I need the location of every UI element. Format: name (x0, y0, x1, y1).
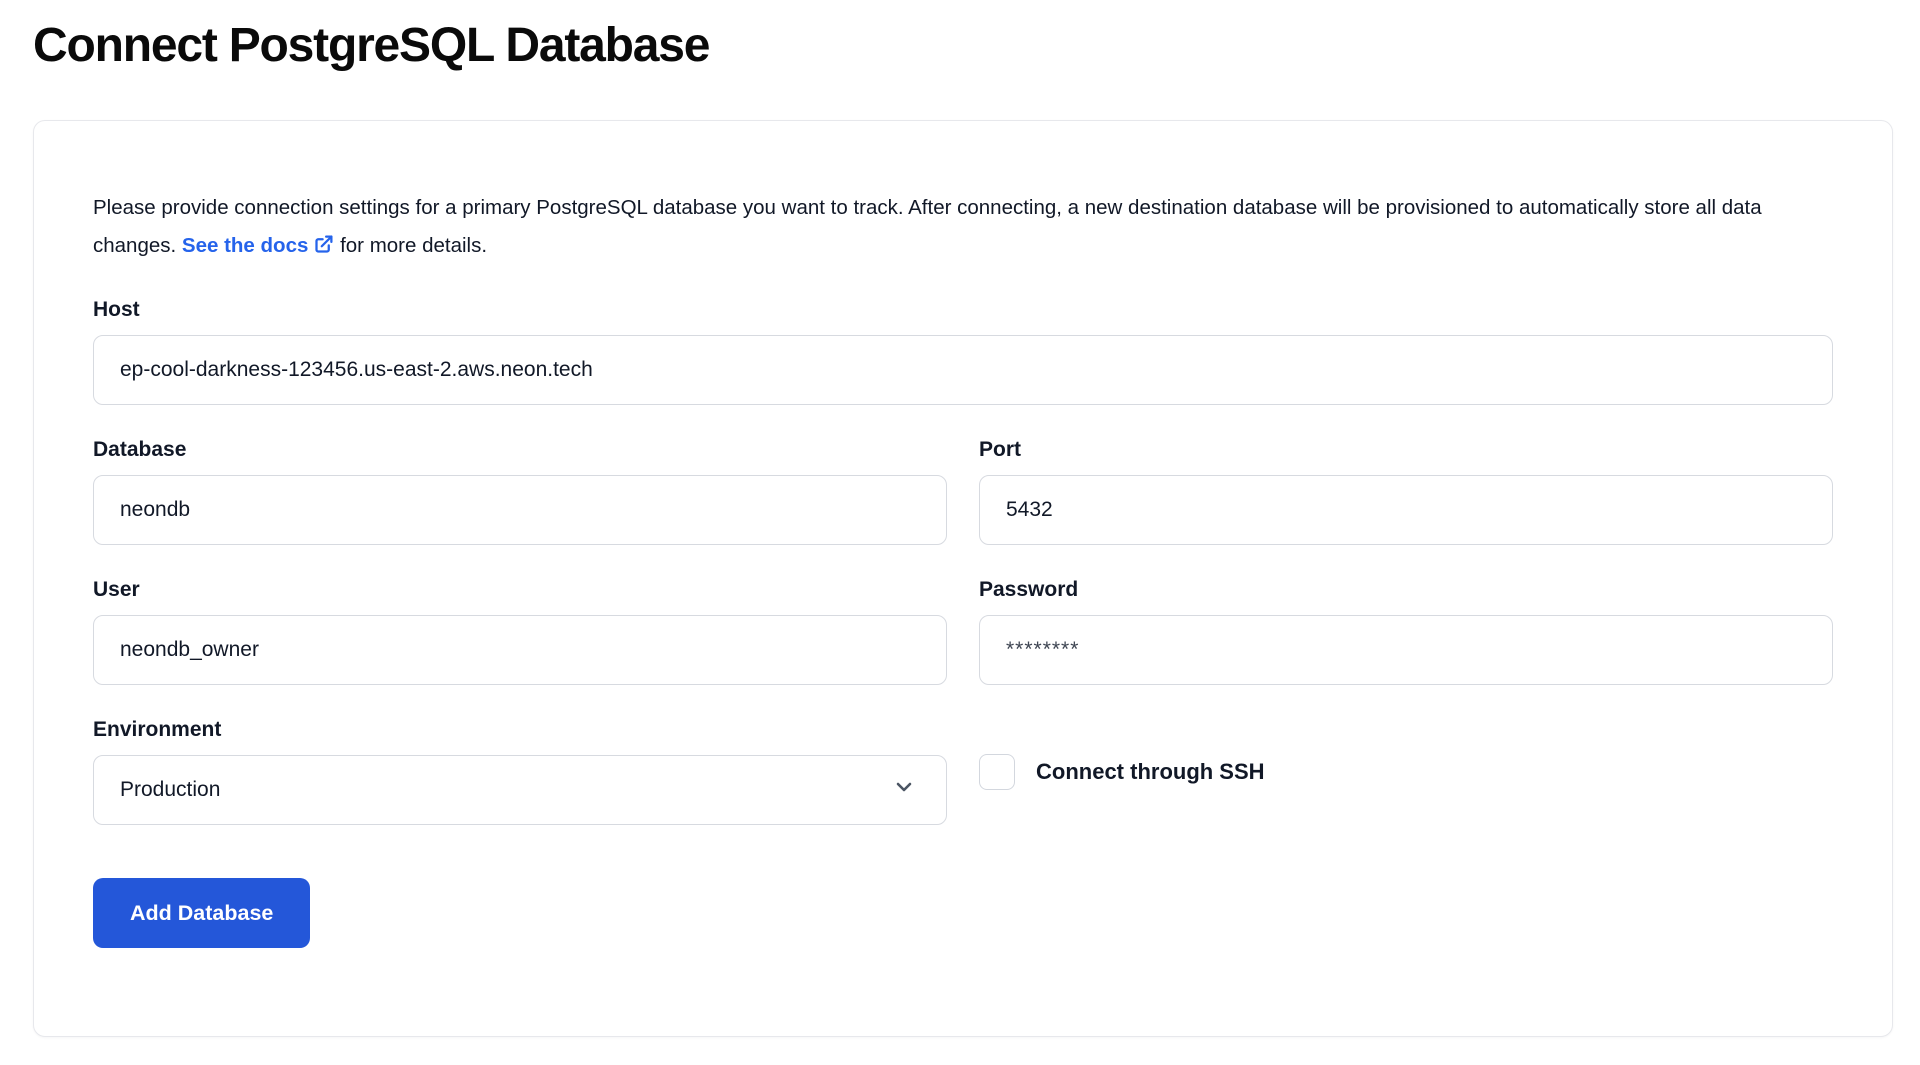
user-label: User (93, 578, 947, 602)
environment-selected-value: Production (120, 778, 220, 802)
database-port-row: Database Port (93, 438, 1833, 545)
environment-select[interactable]: Production (93, 755, 947, 825)
chevron-down-icon (892, 775, 916, 805)
host-field-group: Host (93, 298, 1833, 405)
description-text: Please provide connection settings for a… (93, 189, 1833, 268)
external-link-icon (313, 230, 334, 268)
description-after-link: for more details. (334, 234, 487, 257)
user-input[interactable] (93, 615, 947, 685)
host-input[interactable] (93, 335, 1833, 405)
port-input[interactable] (979, 475, 1833, 545)
password-input[interactable] (979, 615, 1833, 685)
page-title: Connect PostgreSQL Database (33, 18, 1920, 73)
user-field-group: User (93, 578, 947, 685)
port-label: Port (979, 438, 1833, 462)
database-input[interactable] (93, 475, 947, 545)
port-field-group: Port (979, 438, 1833, 545)
ssh-checkbox[interactable] (979, 754, 1015, 790)
ssh-option-row: Connect through SSH (979, 754, 1833, 790)
environment-label: Environment (93, 718, 947, 742)
user-password-row: User Password (93, 578, 1833, 685)
ssh-checkbox-label[interactable]: Connect through SSH (1036, 759, 1265, 785)
see-the-docs-label: See the docs (182, 234, 308, 257)
environment-ssh-row: Environment Production Connect through S… (93, 718, 1833, 825)
host-label: Host (93, 298, 1833, 322)
password-field-group: Password (979, 578, 1833, 685)
password-label: Password (979, 578, 1833, 602)
connection-settings-card: Please provide connection settings for a… (33, 120, 1893, 1037)
database-field-group: Database (93, 438, 947, 545)
environment-field-group: Environment Production (93, 718, 947, 825)
database-label: Database (93, 438, 947, 462)
add-database-button[interactable]: Add Database (93, 878, 310, 948)
see-the-docs-link[interactable]: See the docs (182, 234, 334, 257)
